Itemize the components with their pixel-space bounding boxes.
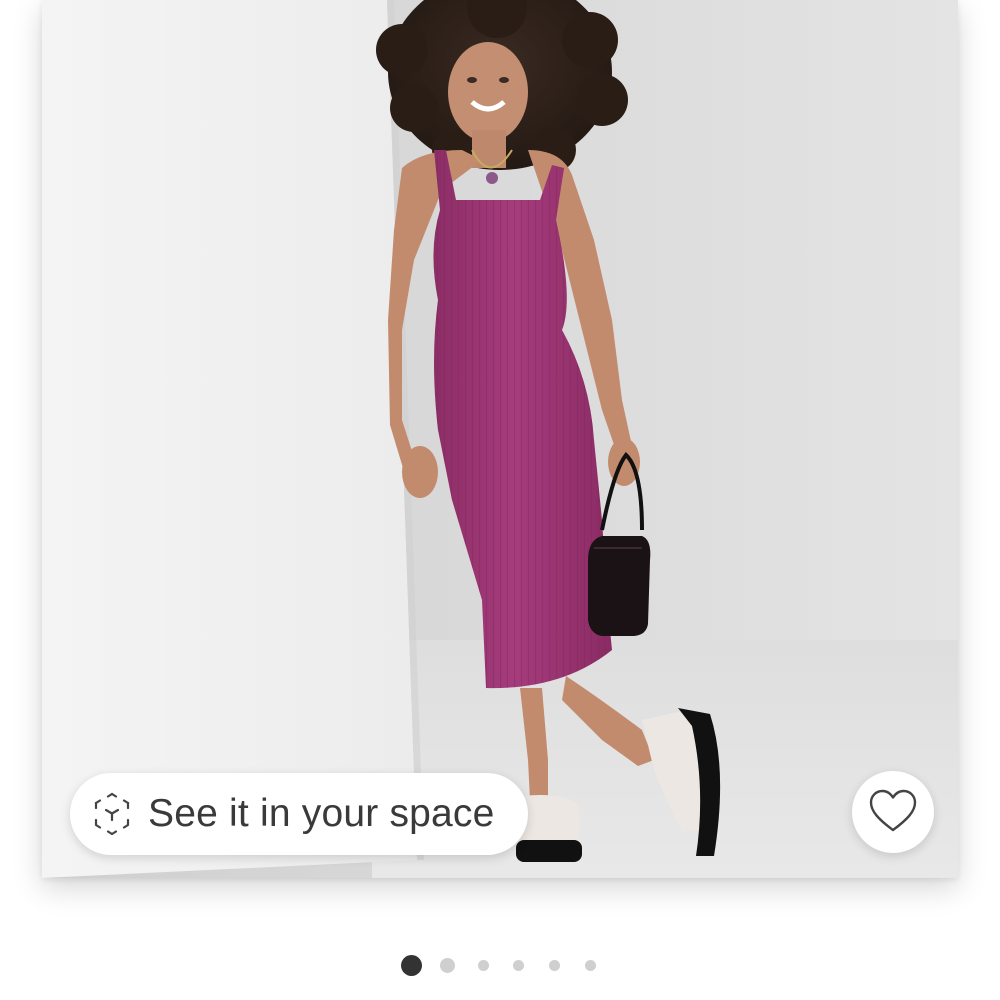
ar-cube-icon bbox=[94, 792, 130, 836]
product-photo bbox=[42, 0, 958, 878]
carousel-dot[interactable] bbox=[440, 958, 455, 973]
product-image-card[interactable] bbox=[42, 0, 958, 878]
carousel-dot[interactable] bbox=[585, 960, 596, 971]
carousel-dot[interactable] bbox=[478, 960, 489, 971]
heart-outline-icon bbox=[869, 789, 917, 832]
product-detail-page: See it in your space bbox=[0, 0, 1000, 1000]
see-it-in-your-space-button[interactable]: See it in your space bbox=[70, 773, 528, 855]
carousel-dot[interactable] bbox=[549, 960, 560, 971]
ar-button-label: See it in your space bbox=[148, 792, 495, 835]
carousel-dot[interactable] bbox=[401, 955, 422, 976]
carousel-indicator bbox=[0, 955, 1000, 976]
carousel-dot[interactable] bbox=[513, 960, 524, 971]
favorite-button[interactable] bbox=[852, 771, 934, 853]
